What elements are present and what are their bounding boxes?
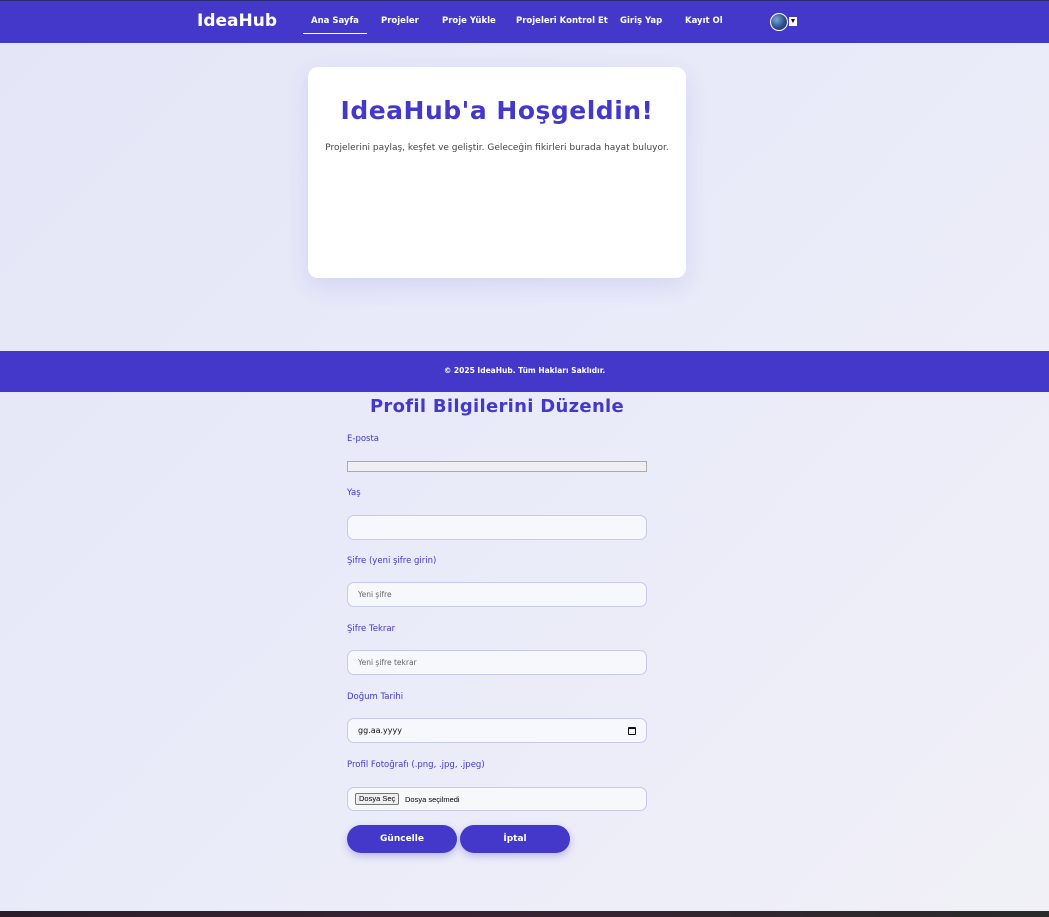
nav-item-projeleri-kontrol-et[interactable]: Projeleri Kontrol Et xyxy=(516,16,608,26)
nav-item-giris-yap[interactable]: Giriş Yap xyxy=(620,16,662,26)
email-label: E-posta xyxy=(347,434,380,444)
birthdate-field[interactable]: gg.aa.yyyy xyxy=(347,718,647,743)
welcome-title: IdeaHub'a Hoşgeldin! xyxy=(340,96,654,125)
form-title: Profil Bilgilerini Düzenle xyxy=(369,396,625,417)
nav-item-proje-yukle[interactable]: Proje Yükle xyxy=(442,16,496,26)
photo-upload-field[interactable]: Dosya Seç Dosya seçilmedi xyxy=(347,787,647,811)
password-repeat-label: Şifre Tekrar xyxy=(347,624,396,634)
nav-item-ana-sayfa[interactable]: Ana Sayfa xyxy=(303,16,367,34)
welcome-card: IdeaHub'a Hoşgeldin! Projelerini paylaş,… xyxy=(308,67,686,278)
birthdate-label: Doğum Tarihi xyxy=(347,692,404,702)
password-label: Şifre (yeni şifre girin) xyxy=(347,556,437,566)
choose-file-button[interactable]: Dosya Seç xyxy=(355,793,400,805)
brand-logo[interactable]: IdeaHub xyxy=(197,11,277,31)
nav-item-kayit-ol[interactable]: Kayıt Ol xyxy=(685,16,723,26)
password-field[interactable]: Yeni şifre xyxy=(347,582,647,607)
birthdate-placeholder: gg.aa.yyyy xyxy=(358,726,402,735)
chevron-down-icon[interactable]: ▼ xyxy=(789,17,797,26)
footer-copyright: © 2025 IdeaHub. Tüm Hakları Saklıdır. xyxy=(443,366,606,375)
cancel-button[interactable]: İptal xyxy=(460,825,570,853)
bottom-edge xyxy=(0,911,1049,917)
calendar-icon[interactable] xyxy=(628,727,636,735)
photo-label: Profil Fotoğrafı (.png, .jpg, .jpeg) xyxy=(347,760,485,770)
file-status-text: Dosya seçilmedi xyxy=(405,795,460,804)
navbar: IdeaHub Ana Sayfa Projeler Proje Yükle P… xyxy=(0,1,1049,43)
password-repeat-field[interactable]: Yeni şifre tekrar xyxy=(347,650,647,675)
welcome-text: Projelerini paylaş, keşfet ve geliştir. … xyxy=(325,143,669,153)
email-field xyxy=(347,461,647,472)
age-field[interactable] xyxy=(347,515,647,540)
avatar[interactable] xyxy=(770,13,788,31)
footer: © 2025 IdeaHub. Tüm Hakları Saklıdır. xyxy=(0,351,1049,392)
age-label: Yaş xyxy=(347,488,361,498)
update-button[interactable]: Güncelle xyxy=(347,825,457,853)
nav-item-projeler[interactable]: Projeler xyxy=(381,16,419,26)
